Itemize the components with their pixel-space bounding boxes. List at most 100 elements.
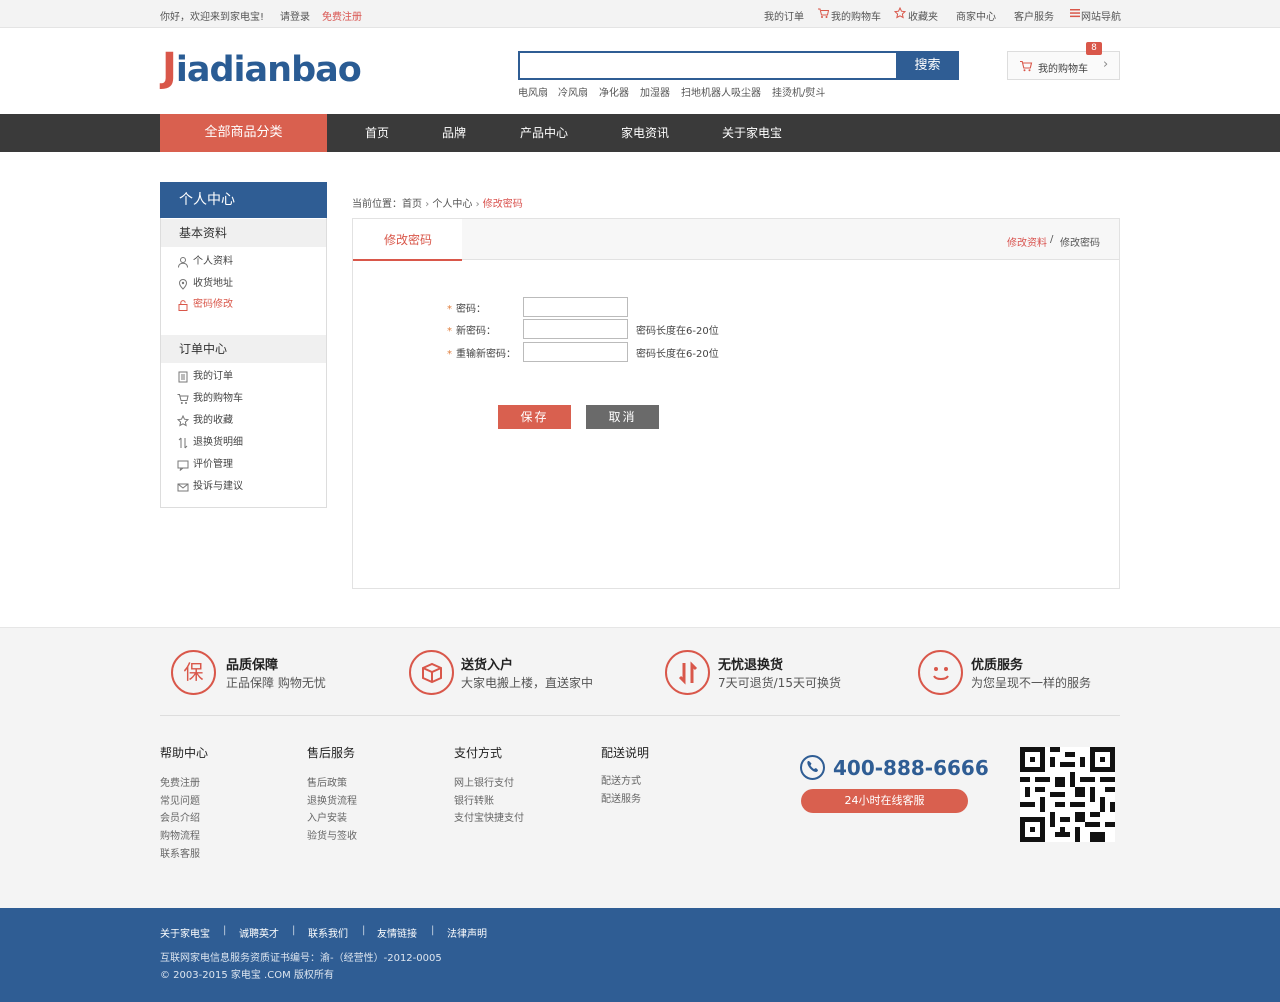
- feature-title: 无忧退换货: [718, 658, 784, 673]
- footer-link[interactable]: 验货与签收: [307, 827, 357, 842]
- field-label: 重输新密码：: [456, 349, 516, 360]
- footer-link[interactable]: 配送方式: [601, 772, 641, 787]
- footer-link[interactable]: 银行转账: [454, 792, 494, 807]
- footer-link[interactable]: 会员介绍: [160, 809, 200, 824]
- bottom-link[interactable]: 友情链接: [377, 925, 417, 940]
- hot-keyword[interactable]: 净化器: [599, 84, 629, 99]
- bottom-link[interactable]: 法律声明: [447, 925, 487, 940]
- my-orders-link[interactable]: 我的订单: [764, 8, 804, 23]
- search-input[interactable]: [518, 51, 896, 80]
- merchant-center-link[interactable]: 商家中心: [956, 8, 996, 23]
- smile-icon: [918, 650, 963, 695]
- sidebar-item-label: 我的收藏: [193, 415, 233, 426]
- link-separator: /: [1050, 234, 1054, 245]
- change-password-link[interactable]: 修改密码: [1060, 234, 1100, 249]
- cart-label: 我的购物车: [1038, 64, 1088, 75]
- footer-link[interactable]: 支付宝快捷支付: [454, 809, 524, 824]
- search-button[interactable]: 搜索: [896, 51, 959, 80]
- footer-link[interactable]: 退换货流程: [307, 792, 357, 807]
- star-icon: [177, 415, 189, 427]
- nav-item-home[interactable]: 首页: [365, 114, 389, 152]
- online-service-button[interactable]: 24小时在线客服: [801, 789, 968, 813]
- nav-item-products[interactable]: 产品中心: [520, 114, 568, 152]
- qr-code: [1020, 747, 1115, 842]
- bottom-link[interactable]: 联系我们: [308, 925, 348, 940]
- logo-text: iadianbao: [175, 50, 362, 90]
- required-star: *: [447, 304, 452, 315]
- all-categories-button[interactable]: 全部商品分类: [160, 114, 327, 152]
- login-link[interactable]: 请登录: [280, 8, 310, 23]
- hot-keyword[interactable]: 电风扇: [518, 84, 548, 99]
- customer-service-link[interactable]: 客户服务: [1014, 8, 1054, 23]
- header-cart-button[interactable]: 我的购物车 ›: [1007, 51, 1120, 80]
- register-link[interactable]: 免费注册: [322, 8, 362, 23]
- sidebar-item-profile[interactable]: 个人资料: [177, 255, 233, 270]
- box-icon: [409, 650, 454, 695]
- confirm-password-input[interactable]: [523, 342, 628, 362]
- sidebar-item-address[interactable]: 收货地址: [177, 277, 233, 292]
- field-label: 密码：: [456, 304, 486, 315]
- feature-subtitle: 为您呈现不一样的服务: [971, 676, 1092, 690]
- content-panel: [352, 218, 1120, 589]
- footer-link[interactable]: 网上银行支付: [454, 774, 514, 789]
- user-icon: [178, 257, 188, 268]
- new-password-input[interactable]: [523, 319, 628, 339]
- breadcrumb-personal-center[interactable]: 个人中心: [432, 199, 472, 210]
- cart-count-badge: 8: [1086, 42, 1102, 55]
- breadcrumb-prefix: 当前位置：: [352, 199, 402, 210]
- favorites-link[interactable]: 收藏夹: [908, 8, 938, 23]
- sidebar-item-label: 收货地址: [193, 278, 233, 289]
- site-nav-link[interactable]: 网站导航: [1081, 8, 1121, 23]
- link-separator: |: [223, 925, 227, 936]
- sidebar-section-title: 基本资料: [161, 219, 326, 247]
- footer-column-title: 售后服务: [307, 746, 356, 760]
- sidebar-item-favorites[interactable]: 我的收藏: [177, 414, 233, 429]
- nav-item-brand[interactable]: 品牌: [442, 114, 466, 152]
- sidebar-item-orders[interactable]: 我的订单: [177, 370, 233, 385]
- cancel-button[interactable]: 取消: [586, 405, 659, 429]
- footer-link[interactable]: 常见问题: [160, 792, 200, 807]
- save-button[interactable]: 保存: [498, 405, 571, 429]
- hot-keyword[interactable]: 扫地机器人吸尘器: [681, 84, 761, 99]
- logo-letter-j: J: [162, 45, 177, 91]
- required-star: *: [447, 349, 452, 360]
- nav-item-news[interactable]: 家电资讯: [621, 114, 669, 152]
- feature-title: 送货入户: [461, 658, 514, 673]
- hot-keyword[interactable]: 冷风扇: [558, 84, 588, 99]
- shield-icon: 保: [171, 650, 216, 695]
- sidebar-item-cart[interactable]: 我的购物车: [177, 392, 243, 407]
- breadcrumb-home[interactable]: 首页: [402, 199, 422, 210]
- footer-link[interactable]: 免费注册: [160, 774, 200, 789]
- bottom-link[interactable]: 诚聘英才: [239, 925, 279, 940]
- footer-column-title: 配送说明: [601, 746, 650, 760]
- chevron-right-icon: ›: [475, 199, 483, 210]
- license-text: 互联网家电信息服务资质证书编号：渝-（经营性）-2012-0005: [160, 953, 442, 964]
- my-cart-link[interactable]: 我的购物车: [831, 8, 881, 23]
- footer-link[interactable]: 售后政策: [307, 774, 347, 789]
- sidebar-item-returns[interactable]: 退换货明细: [177, 436, 243, 451]
- nav-item-about[interactable]: 关于家电宝: [722, 114, 782, 152]
- link-separator: |: [292, 925, 296, 936]
- link-separator: |: [362, 925, 366, 936]
- footer-link[interactable]: 联系客服: [160, 845, 200, 860]
- tab-change-password[interactable]: 修改密码: [353, 219, 462, 261]
- star-icon: [893, 6, 907, 22]
- sidebar-item-reviews[interactable]: 评价管理: [177, 458, 233, 473]
- footer-link[interactable]: 购物流程: [160, 827, 200, 842]
- field-label-password: * 密码：: [447, 300, 486, 315]
- sidebar-item-password[interactable]: 密码修改: [177, 298, 233, 313]
- field-label: 新密码：: [456, 326, 496, 337]
- bottom-link[interactable]: 关于家电宝: [160, 925, 210, 940]
- hot-keyword[interactable]: 加湿器: [640, 84, 670, 99]
- hot-keyword[interactable]: 挂烫机/熨斗: [772, 84, 825, 99]
- hotline-number: 400-888-6666: [833, 756, 989, 780]
- phone-icon: [800, 755, 825, 780]
- site-logo[interactable]: Jiadianbao: [162, 42, 362, 96]
- sidebar-item-complaints[interactable]: 投诉与建议: [177, 480, 243, 495]
- footer-link[interactable]: 配送服务: [601, 790, 641, 805]
- current-password-input[interactable]: [523, 297, 628, 317]
- chevron-right-icon: ›: [1103, 57, 1109, 72]
- feature-subtitle: 正品保障 购物无忧: [226, 676, 326, 690]
- footer-link[interactable]: 入户安装: [307, 809, 347, 824]
- edit-profile-link[interactable]: 修改资料: [1007, 234, 1047, 249]
